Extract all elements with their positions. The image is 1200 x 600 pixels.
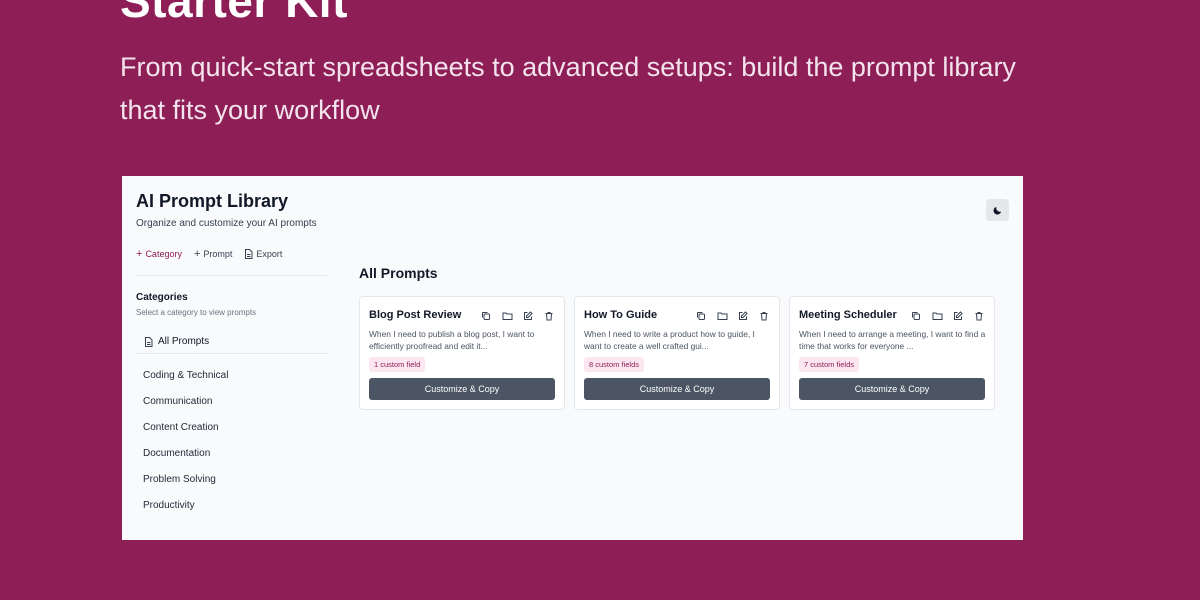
folder-icon[interactable] (716, 310, 728, 322)
hero-subtitle: From quick-start spreadsheets to advance… (120, 52, 1016, 125)
add-category-label: Category (145, 249, 182, 259)
prompt-card-title: How To Guide (584, 309, 658, 321)
plus-icon: + (136, 247, 143, 260)
copy-icon[interactable] (480, 310, 492, 322)
plus-icon: + (193, 247, 201, 260)
add-category-button[interactable]: + Category (136, 247, 182, 260)
category-list: Coding & Technical Communication Content… (143, 362, 228, 518)
sidebar-item-problem-solving[interactable]: Problem Solving (143, 466, 228, 492)
prompt-card-title: Blog Post Review (369, 309, 462, 321)
prompt-card: Blog Post Review When I need to publish … (359, 296, 565, 410)
prompt-card-description: When I need to publish a blog post, I wa… (369, 329, 535, 351)
prompt-card: How To Guide When I need to write a prod… (574, 296, 780, 410)
trash-icon[interactable] (758, 310, 770, 322)
all-prompts-label: All Prompts (158, 336, 210, 347)
theme-toggle-button[interactable] (986, 199, 1009, 221)
sidebar-item-communication[interactable]: Communication (143, 388, 228, 414)
prompt-card-title: Meeting Scheduler (799, 309, 897, 321)
document-icon (144, 336, 153, 347)
sidebar-item-content-creation[interactable]: Content Creation (143, 414, 228, 440)
sidebar-item-all-prompts[interactable]: All Prompts (136, 330, 327, 354)
sidebar-item-productivity[interactable]: Productivity (143, 492, 228, 518)
custom-field-badge: 1 custom field (369, 357, 426, 372)
prompt-card-actions (695, 310, 770, 322)
prompt-card: Meeting Scheduler When I need to arrange… (789, 296, 995, 410)
main-heading: All Prompts (359, 265, 438, 281)
folder-icon[interactable] (931, 310, 943, 322)
add-prompt-label: Prompt (203, 249, 233, 259)
customize-copy-button[interactable]: Customize & Copy (799, 378, 985, 400)
folder-icon[interactable] (501, 310, 513, 322)
edit-icon[interactable] (737, 310, 749, 322)
export-label: Export (256, 249, 283, 259)
custom-field-badge: 7 custom fields (799, 357, 860, 372)
custom-field-badge: 8 custom fields (584, 357, 645, 372)
app-title: AI Prompt Library (136, 191, 289, 211)
edit-icon[interactable] (952, 310, 964, 322)
customize-copy-button[interactable]: Customize & Copy (584, 378, 770, 400)
moon-icon (992, 205, 1003, 216)
sidebar-item-documentation[interactable]: Documentation (143, 440, 228, 466)
copy-icon[interactable] (695, 310, 707, 322)
trash-icon[interactable] (543, 310, 555, 322)
app-subtitle: Organize and customize your AI prompts (136, 218, 317, 229)
edit-icon[interactable] (522, 310, 534, 322)
file-icon (244, 249, 253, 259)
toolbar: + Category + Prompt Export (136, 247, 282, 260)
customize-copy-button[interactable]: Customize & Copy (369, 378, 555, 400)
trash-icon[interactable] (973, 310, 985, 322)
prompt-card-description: When I need to arrange a meeting, I want… (799, 329, 986, 351)
add-prompt-button[interactable]: + Prompt (193, 247, 233, 260)
categories-hint: Select a category to view prompts (136, 308, 257, 317)
export-button[interactable]: Export (244, 249, 282, 259)
prompt-card-actions (480, 310, 555, 322)
prompt-card-actions (910, 310, 985, 322)
categories-heading: Categories (136, 292, 188, 303)
copy-icon[interactable] (910, 310, 922, 322)
sidebar-item-coding-technical[interactable]: Coding & Technical (143, 362, 228, 388)
prompt-cards: Blog Post Review When I need to publish … (359, 296, 995, 410)
sidebar-divider (136, 275, 327, 276)
prompt-card-description: When I need to write a product how to gu… (584, 329, 755, 351)
app-window: AI Prompt Library Organize and customize… (122, 176, 1023, 540)
hero-title: Starter Kit (120, 0, 348, 27)
